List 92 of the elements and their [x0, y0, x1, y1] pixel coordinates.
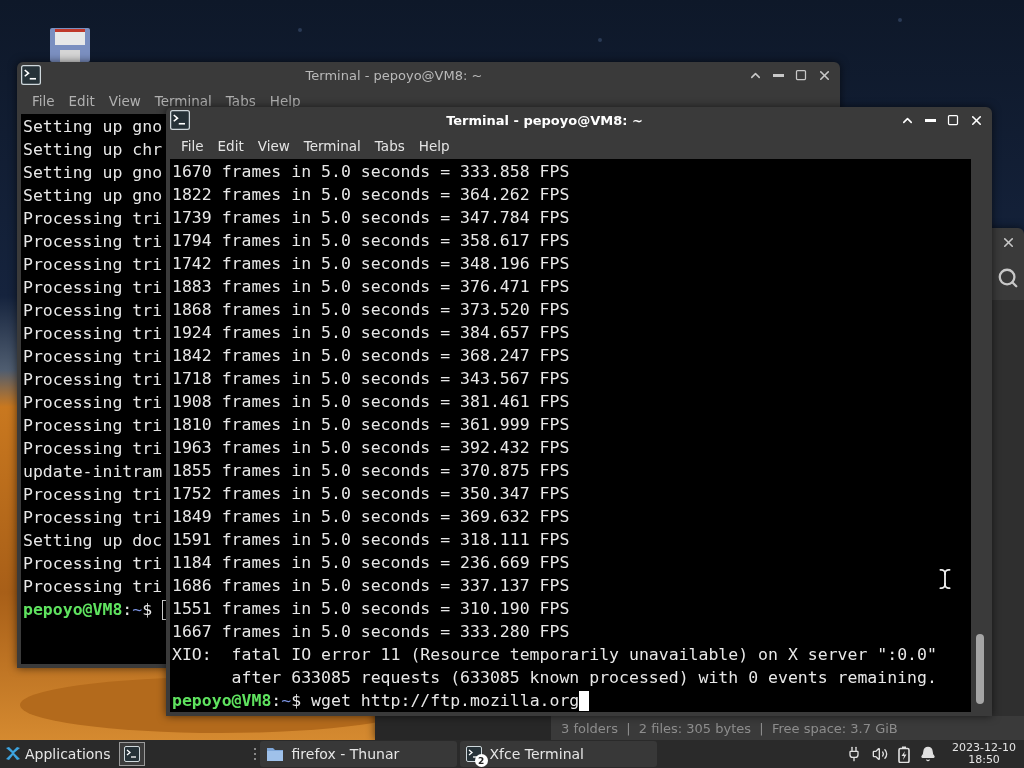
terminal-launcher[interactable]: [118, 742, 145, 766]
menu-item[interactable]: Terminal: [296, 138, 368, 154]
output-line: Processing tri: [23, 323, 163, 345]
prompt-path: ~: [132, 599, 143, 621]
battery-charging-icon[interactable]: [898, 745, 911, 763]
output-line: Processing tri: [23, 484, 163, 506]
output-line: 1868 frames in 5.0 seconds = 373.520 FPS: [172, 299, 570, 321]
prompt-separator: :: [271, 690, 282, 712]
mouse-logo-icon: [4, 745, 22, 763]
output-line: 1742 frames in 5.0 seconds = 348.196 FPS: [172, 253, 570, 275]
clock-time: 18:50: [968, 754, 1000, 766]
output-line: 1842 frames in 5.0 seconds = 368.247 FPS: [172, 345, 570, 367]
output-line: Setting up gno: [23, 162, 163, 184]
output-line: 1883 frames in 5.0 seconds = 376.471 FPS: [172, 276, 570, 298]
output-line: 1855 frames in 5.0 seconds = 370.875 FPS: [172, 460, 570, 482]
terminal-icon: [465, 746, 482, 762]
volume-icon[interactable]: [872, 746, 889, 762]
output-line: 1718 frames in 5.0 seconds = 343.567 FPS: [172, 368, 570, 390]
scrollbar-thumb[interactable]: [975, 634, 984, 704]
output-line: 1667 frames in 5.0 seconds = 333.280 FPS: [172, 621, 570, 643]
output-line: 1591 frames in 5.0 seconds = 318.111 FPS: [172, 529, 570, 551]
output-line: Processing tri: [23, 438, 163, 460]
output-line: Processing tri: [23, 369, 163, 391]
maximize-icon: [795, 69, 807, 81]
prompt-user: pepoyo@VM8: [23, 599, 123, 621]
output-line: Setting up chr: [23, 139, 163, 161]
output-line: Setting up doc: [23, 530, 163, 552]
menu-item[interactable]: Tabs: [367, 138, 412, 154]
output-line: Processing tri: [23, 346, 163, 368]
applications-menu[interactable]: Applications: [0, 740, 115, 768]
menu-item[interactable]: Edit: [61, 93, 102, 109]
output-line: Processing tri: [23, 392, 163, 414]
taskbar-task[interactable]: firefox - Thunar: [259, 741, 457, 767]
notification-bell-icon[interactable]: [920, 746, 937, 762]
output-line: 1924 frames in 5.0 seconds = 384.657 FPS: [172, 322, 570, 344]
output-line: 1849 frames in 5.0 seconds = 369.632 FPS: [172, 506, 570, 528]
output-line: Processing tri: [23, 300, 163, 322]
status-bar-text: 3 folders | 2 files: 305 bytes | Free space: 3.7 GiB: [560, 720, 898, 736]
output-line: 1822 frames in 5.0 seconds = 364.262 FPS: [172, 184, 570, 206]
output-line: 1963 frames in 5.0 seconds = 392.432 FPS: [172, 437, 570, 459]
menu-item[interactable]: Terminal: [147, 93, 219, 109]
prompt-symbol: $: [142, 599, 154, 621]
output-line: 1908 frames in 5.0 seconds = 381.461 FPS: [172, 391, 570, 413]
menu-item[interactable]: Help: [411, 138, 457, 154]
output-line: Processing tri: [23, 576, 163, 598]
maximize-icon: [947, 114, 959, 126]
window-title: Terminal - pepoyo@VM8: ~: [445, 112, 644, 128]
menu-item[interactable]: File: [174, 138, 211, 154]
drag-handle-icon: [252, 746, 257, 762]
output-line: Processing tri: [23, 231, 163, 253]
terminal-icon: [170, 110, 190, 130]
output-line: update-initram: [23, 461, 163, 483]
output-line: XIO: fatal IO error 11 (Resource temporarily unavailable) on X server ":0.0": [172, 644, 937, 666]
output-line: 1670 frames in 5.0 seconds = 333.858 FPS: [172, 161, 570, 183]
output-line: 1686 frames in 5.0 seconds = 337.137 FPS: [172, 575, 570, 597]
prompt-path: ~: [281, 690, 292, 712]
output-line: 1551 frames in 5.0 seconds = 310.190 FPS: [172, 598, 570, 620]
clock-date: 2023-12-10: [952, 742, 1016, 754]
output-line: Processing tri: [23, 208, 163, 230]
output-line: Processing tri: [23, 277, 163, 299]
menu-item[interactable]: Edit: [210, 138, 251, 154]
output-line: Processing tri: [23, 415, 163, 437]
output-line: 1752 frames in 5.0 seconds = 350.347 FPS: [172, 483, 570, 505]
minimize-icon: [772, 73, 784, 77]
command-text: wget http://ftp.mozilla.org: [311, 690, 580, 712]
folder-icon: [265, 746, 284, 762]
window-title: Terminal - pepoyo@VM8: ~: [304, 67, 484, 83]
output-line: 1810 frames in 5.0 seconds = 361.999 FPS: [172, 414, 570, 436]
output-line: 1739 frames in 5.0 seconds = 347.784 FPS: [172, 207, 570, 229]
menu-item[interactable]: View: [250, 138, 297, 154]
menu-item[interactable]: File: [25, 93, 62, 109]
taskbar-task[interactable]: 2 Xfce Terminal: [459, 741, 657, 767]
prompt-separator: :: [122, 599, 133, 621]
prompt-user: pepoyo@VM8: [172, 690, 272, 712]
maximize-button[interactable]: [793, 67, 809, 83]
output-line: Setting up gno: [23, 185, 163, 207]
output-line: Processing tri: [23, 553, 163, 575]
menu-item[interactable]: Help: [262, 93, 308, 109]
maximize-button[interactable]: [945, 112, 961, 128]
menu-item[interactable]: View: [101, 93, 148, 109]
terminal-icon: [21, 65, 41, 85]
output-line: after 633085 requests (633085 known processed) with 0 events remaining.: [230, 667, 937, 689]
output-line: 1794 frames in 5.0 seconds = 358.617 FPS: [172, 230, 570, 252]
prompt-symbol: $: [291, 690, 303, 712]
minimize-icon: [924, 118, 936, 122]
output-line: Processing tri: [23, 507, 163, 529]
output-line: Processing tri: [23, 254, 163, 276]
output-line: 1184 frames in 5.0 seconds = 236.669 FPS: [172, 552, 570, 574]
terminal-icon: [123, 746, 140, 762]
search-icon[interactable]: [996, 266, 1020, 290]
menu-item[interactable]: Tabs: [218, 93, 263, 109]
output-line: Setting up gno: [23, 116, 163, 138]
